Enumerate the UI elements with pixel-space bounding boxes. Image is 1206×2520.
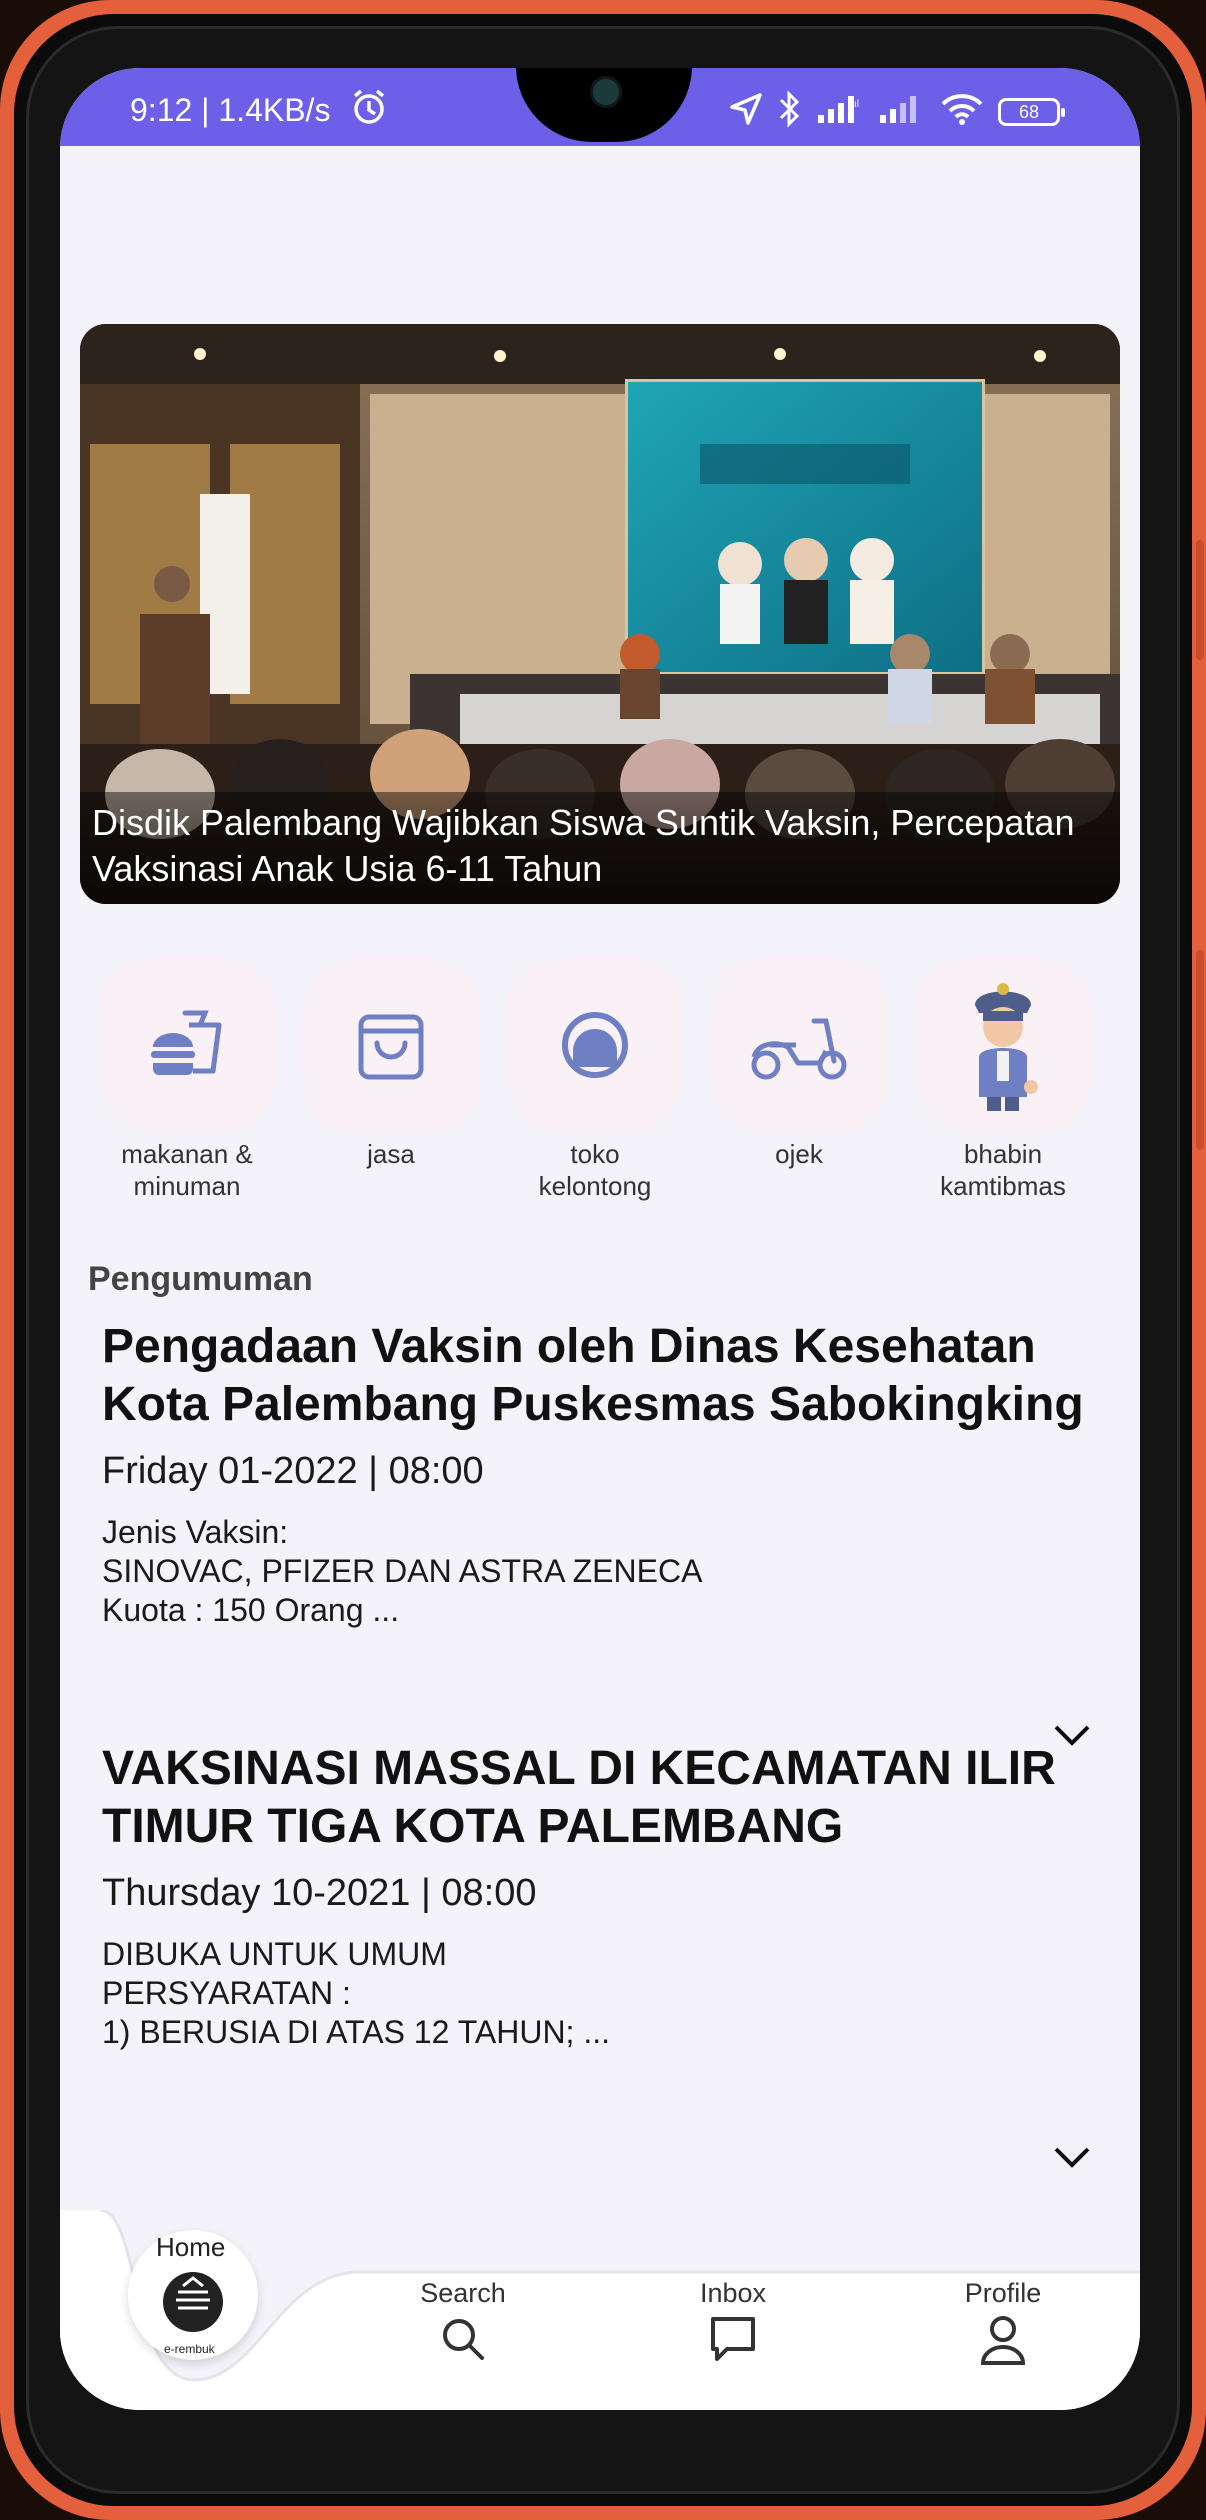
battery-icon: 68 (998, 97, 1065, 126)
category-service[interactable]: jasa (302, 956, 480, 1170)
scooter-icon (710, 956, 888, 1134)
news-banner[interactable]: Disdik Palembang Wajibkan Siswa Suntik V… (80, 324, 1120, 904)
bottom-navigation: Home e-rembuk Search Inbox Profile (60, 2210, 1140, 2410)
chevron-down-icon[interactable] (1052, 2145, 1092, 2174)
category-label: bhabin kamtibmas (940, 1139, 1066, 1201)
status-bar: 9:12 | 1.4KB/s ıl 68 (60, 68, 1140, 146)
announcement-body: Jenis Vaksin: SINOVAC, PFIZER DAN ASTRA … (102, 1514, 703, 1628)
police-officer-icon (914, 956, 1092, 1134)
banner-caption-bar: Disdik Palembang Wajibkan Siswa Suntik V… (80, 792, 1120, 904)
category-label: makanan & minuman (121, 1139, 253, 1201)
category-ojek[interactable]: ojek (710, 956, 888, 1170)
nav-search-label: Search (420, 2278, 506, 2308)
announcement-title: VAKSINASI MASSAL DI KECAMATAN ILIR TIMUR… (102, 1742, 1056, 1853)
category-police[interactable]: bhabin kamtibmas (914, 956, 1092, 1202)
announcement-date: Friday 01-2022 | 08:00 (102, 1450, 484, 1492)
section-title: Pengumuman (88, 1260, 313, 1298)
bluetooth-icon (778, 90, 802, 133)
location-arrow-icon (728, 91, 764, 132)
svg-text:ıl: ıl (854, 99, 859, 110)
announcement-card[interactable]: Pengadaan Vaksin oleh Dinas Kesehatan Ko… (102, 1318, 1102, 1746)
front-camera (590, 76, 622, 108)
signal-icon: ıl (816, 93, 864, 130)
screen: 9:12 | 1.4KB/s ıl 68 Disdik Palembang Wa… (60, 68, 1140, 2410)
search-icon (383, 2315, 543, 2368)
wifi-icon (940, 92, 984, 131)
category-label: toko kelontong (538, 1139, 652, 1201)
shopping-bag-icon (302, 956, 480, 1134)
nav-profile-label: Profile (964, 2278, 1042, 2308)
volume-button (1196, 540, 1204, 660)
status-time: 9:12 | 1.4KB/s (130, 92, 331, 128)
banner-caption: Disdik Palembang Wajibkan Siswa Suntik V… (92, 802, 1075, 889)
nav-search[interactable]: Search (383, 2278, 543, 2368)
category-label: jasa (367, 1139, 415, 1169)
nav-profile[interactable]: Profile (923, 2278, 1083, 2370)
category-row: makanan & minuman jasa toko kelontong oj… (98, 956, 1118, 1201)
alarm-icon (350, 88, 388, 131)
announcement-card[interactable]: VAKSINASI MASSAL DI KECAMATAN ILIR TIMUR… (102, 1740, 1102, 2168)
store-icon (506, 956, 684, 1134)
user-icon (923, 2315, 1083, 2370)
nav-inbox[interactable]: Inbox (653, 2278, 813, 2368)
app-logo-text: e-rembuk (164, 2342, 215, 2356)
food-icon (98, 956, 276, 1134)
signal-icon (878, 93, 926, 130)
nav-home-label: Home (156, 2232, 226, 2262)
category-food[interactable]: makanan & minuman (98, 956, 276, 1202)
announcement-body: DIBUKA UNTUK UMUM PERSYARATAN : 1) BERUS… (102, 1936, 610, 2050)
announcement-title: Pengadaan Vaksin oleh Dinas Kesehatan Ko… (102, 1320, 1084, 1431)
category-grocery[interactable]: toko kelontong (506, 956, 684, 1202)
announcement-date: Thursday 10-2021 | 08:00 (102, 1872, 537, 1914)
status-icons: ıl 68 (728, 90, 1065, 133)
category-label: ojek (775, 1139, 823, 1169)
chat-icon (653, 2315, 813, 2368)
nav-inbox-label: Inbox (699, 2278, 767, 2308)
power-button (1196, 950, 1204, 1150)
